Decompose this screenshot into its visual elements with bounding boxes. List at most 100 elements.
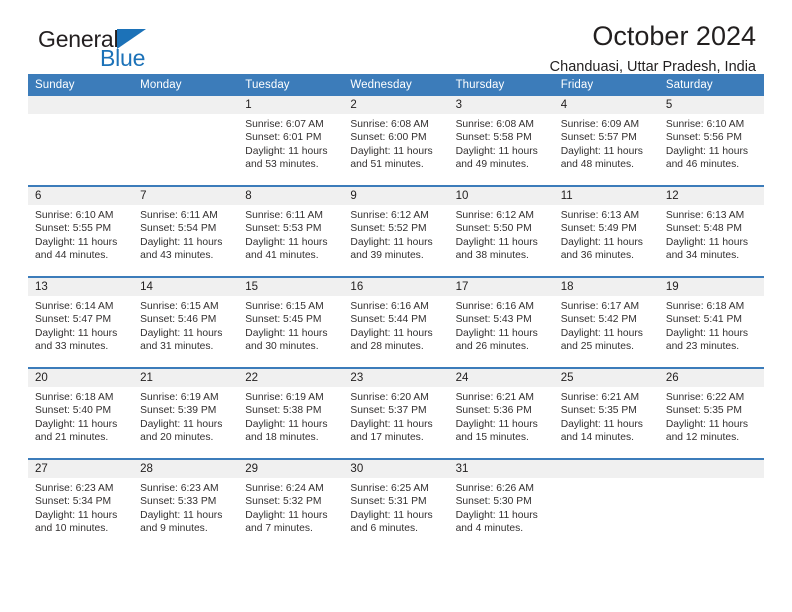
sunrise-text: Sunrise: 6:09 AM bbox=[560, 119, 640, 130]
day-cell[interactable]: 29 Sunrise: 6:24 AM Sunset: 5:32 PM Dayligh… bbox=[238, 460, 344, 549]
day-info: Sunrise: 6:07 AM Sunset: 6:01 PM Daylight:… bbox=[238, 114, 343, 171]
day-cell[interactable]: 27 Sunrise: 6:23 AM Sunset: 5:34 PM Dayligh… bbox=[28, 460, 134, 549]
sunrise-text: Sunrise: 6:19 AM bbox=[245, 392, 324, 403]
sunset-text: Sunset: 5:32 PM bbox=[245, 496, 322, 508]
sunrise-text: Sunrise: 6:25 AM bbox=[350, 483, 429, 494]
day-cell[interactable]: 2 Sunrise: 6:08 AM Sunset: 6:00 PM Daylight… bbox=[343, 96, 449, 185]
sunset-text: Sunset: 5:35 PM bbox=[665, 405, 742, 417]
calendar-cell: 30 Sunrise: 6:25 AM Sunset: 5:31 PM Dayligh… bbox=[343, 459, 449, 549]
daylight-text: Daylight: 11 hours and 21 minutes. bbox=[35, 418, 118, 443]
calendar-cell: 29 Sunrise: 6:24 AM Sunset: 5:32 PM Dayligh… bbox=[238, 459, 344, 549]
day-info: Sunrise: 6:13 AM Sunset: 5:48 PM Daylight:… bbox=[659, 205, 764, 262]
day-cell[interactable]: 17 Sunrise: 6:16 AM Sunset: 5:43 PM Dayligh… bbox=[448, 278, 554, 367]
calendar-cell: 1 Sunrise: 6:07 AM Sunset: 6:01 PM Daylight… bbox=[238, 96, 344, 186]
day-number: 11 bbox=[553, 187, 659, 205]
day-cell[interactable]: 8 Sunrise: 6:11 AM Sunset: 5:53 PM Daylight… bbox=[238, 187, 344, 276]
daylight-text: Daylight: 11 hours and 7 minutes. bbox=[245, 509, 328, 534]
sunset-text: Sunset: 5:40 PM bbox=[35, 405, 112, 417]
calendar-cell: 12 Sunrise: 6:13 AM Sunset: 5:48 PM Dayligh… bbox=[658, 186, 764, 277]
sunset-text: Sunset: 6:01 PM bbox=[245, 132, 322, 144]
day-cell[interactable]: 12 Sunrise: 6:13 AM Sunset: 5:48 PM Dayligh… bbox=[658, 187, 764, 276]
daylight-text: Daylight: 11 hours and 15 minutes. bbox=[455, 418, 538, 443]
calendar-cell: 22 Sunrise: 6:19 AM Sunset: 5:38 PM Dayligh… bbox=[238, 368, 344, 459]
daylight-text: Daylight: 11 hours and 23 minutes. bbox=[665, 327, 749, 352]
sunrise-text: Sunrise: 6:22 AM bbox=[665, 392, 745, 403]
calendar-week-row: 13 Sunrise: 6:14 AM Sunset: 5:47 PM Dayligh… bbox=[28, 277, 764, 368]
sunset-text: Sunset: 5:37 PM bbox=[350, 405, 427, 417]
daylight-text: Daylight: 11 hours and 14 minutes. bbox=[560, 418, 643, 443]
calendar-week-row: 20 Sunrise: 6:18 AM Sunset: 5:40 PM Dayligh… bbox=[28, 368, 764, 459]
day-number: 14 bbox=[133, 278, 239, 296]
page-header: General Blue October 2024 Chanduasi, Utt… bbox=[28, 0, 764, 75]
day-cell[interactable]: 14 Sunrise: 6:15 AM Sunset: 5:46 PM Dayligh… bbox=[133, 278, 239, 367]
page-subtitle: Chanduasi, Uttar Pradesh, India bbox=[549, 59, 756, 75]
sunrise-text: Sunrise: 6:07 AM bbox=[245, 119, 324, 130]
day-cell[interactable]: 10 Sunrise: 6:12 AM Sunset: 5:50 PM Dayligh… bbox=[448, 187, 554, 276]
day-cell[interactable]: 28 Sunrise: 6:23 AM Sunset: 5:33 PM Dayligh… bbox=[133, 460, 239, 549]
sunset-text: Sunset: 5:46 PM bbox=[140, 314, 217, 326]
calendar-body: 1 Sunrise: 6:07 AM Sunset: 6:01 PM Daylight… bbox=[28, 96, 764, 549]
day-cell[interactable]: 1 Sunrise: 6:07 AM Sunset: 6:01 PM Daylight… bbox=[238, 96, 344, 185]
day-cell[interactable]: 20 Sunrise: 6:18 AM Sunset: 5:40 PM Dayligh… bbox=[28, 369, 134, 458]
brand-logo[interactable]: General Blue bbox=[38, 26, 278, 78]
daylight-text: Daylight: 11 hours and 38 minutes. bbox=[455, 236, 538, 261]
sunset-text: Sunset: 5:39 PM bbox=[140, 405, 217, 417]
day-cell[interactable]: 22 Sunrise: 6:19 AM Sunset: 5:38 PM Dayligh… bbox=[238, 369, 344, 458]
day-info: Sunrise: 6:24 AM Sunset: 5:32 PM Daylight:… bbox=[238, 478, 343, 535]
day-info: Sunrise: 6:23 AM Sunset: 5:34 PM Daylight:… bbox=[28, 478, 133, 535]
day-number: 29 bbox=[238, 460, 344, 478]
sunrise-text: Sunrise: 6:21 AM bbox=[560, 392, 640, 403]
day-number: 5 bbox=[658, 96, 764, 114]
calendar-cell: 9 Sunrise: 6:12 AM Sunset: 5:52 PM Daylight… bbox=[343, 186, 449, 277]
calendar-cell: 13 Sunrise: 6:14 AM Sunset: 5:47 PM Dayligh… bbox=[28, 277, 134, 368]
day-info: Sunrise: 6:08 AM Sunset: 5:58 PM Daylight:… bbox=[449, 114, 554, 171]
day-cell[interactable]: 31 Sunrise: 6:26 AM Sunset: 5:30 PM Dayligh… bbox=[448, 460, 554, 549]
day-cell[interactable]: 7 Sunrise: 6:11 AM Sunset: 5:54 PM Daylight… bbox=[133, 187, 239, 276]
sunrise-text: Sunrise: 6:21 AM bbox=[455, 392, 534, 403]
daylight-text: Daylight: 11 hours and 28 minutes. bbox=[350, 327, 433, 352]
sunrise-text: Sunrise: 6:12 AM bbox=[455, 210, 534, 221]
day-cell[interactable]: 6 Sunrise: 6:10 AM Sunset: 5:55 PM Daylight… bbox=[28, 187, 134, 276]
weekday-header-friday: Friday bbox=[553, 74, 659, 96]
calendar-cell: 7 Sunrise: 6:11 AM Sunset: 5:54 PM Daylight… bbox=[133, 186, 239, 277]
daylight-text: Daylight: 11 hours and 17 minutes. bbox=[350, 418, 433, 443]
day-cell[interactable]: 21 Sunrise: 6:19 AM Sunset: 5:39 PM Dayligh… bbox=[133, 369, 239, 458]
sunrise-text: Sunrise: 6:13 AM bbox=[560, 210, 640, 221]
day-cell[interactable]: 15 Sunrise: 6:15 AM Sunset: 5:45 PM Dayligh… bbox=[238, 278, 344, 367]
day-cell[interactable]: 19 Sunrise: 6:18 AM Sunset: 5:41 PM Dayligh… bbox=[658, 278, 764, 367]
day-info: Sunrise: 6:18 AM Sunset: 5:40 PM Daylight:… bbox=[28, 387, 133, 444]
day-number: 12 bbox=[658, 187, 764, 205]
day-cell[interactable]: 26 Sunrise: 6:22 AM Sunset: 5:35 PM Dayligh… bbox=[658, 369, 764, 458]
calendar-cell: 31 Sunrise: 6:26 AM Sunset: 5:30 PM Dayligh… bbox=[448, 459, 554, 549]
day-cell[interactable]: 3 Sunrise: 6:08 AM Sunset: 5:58 PM Daylight… bbox=[448, 96, 554, 185]
day-cell[interactable]: 18 Sunrise: 6:17 AM Sunset: 5:42 PM Dayligh… bbox=[553, 278, 659, 367]
sunset-text: Sunset: 5:47 PM bbox=[35, 314, 112, 326]
day-cell[interactable]: 30 Sunrise: 6:25 AM Sunset: 5:31 PM Dayligh… bbox=[343, 460, 449, 549]
day-cell[interactable]: 16 Sunrise: 6:16 AM Sunset: 5:44 PM Dayligh… bbox=[343, 278, 449, 367]
day-info: Sunrise: 6:15 AM Sunset: 5:46 PM Daylight:… bbox=[133, 296, 238, 353]
day-info: Sunrise: 6:21 AM Sunset: 5:36 PM Daylight:… bbox=[449, 387, 554, 444]
calendar-cell: 21 Sunrise: 6:19 AM Sunset: 5:39 PM Dayligh… bbox=[133, 368, 239, 459]
day-info: Sunrise: 6:23 AM Sunset: 5:33 PM Daylight:… bbox=[133, 478, 238, 535]
calendar-cell: 10 Sunrise: 6:12 AM Sunset: 5:50 PM Dayligh… bbox=[448, 186, 554, 277]
day-cell[interactable]: 11 Sunrise: 6:13 AM Sunset: 5:49 PM Dayligh… bbox=[553, 187, 659, 276]
page-title: October 2024 bbox=[592, 21, 756, 51]
day-info: Sunrise: 6:15 AM Sunset: 5:45 PM Daylight:… bbox=[238, 296, 343, 353]
day-cell[interactable]: 25 Sunrise: 6:21 AM Sunset: 5:35 PM Dayligh… bbox=[553, 369, 659, 458]
sunrise-text: Sunrise: 6:20 AM bbox=[350, 392, 429, 403]
calendar-cell: 20 Sunrise: 6:18 AM Sunset: 5:40 PM Dayligh… bbox=[28, 368, 134, 459]
day-info: Sunrise: 6:10 AM Sunset: 5:55 PM Daylight:… bbox=[28, 205, 133, 262]
sunrise-text: Sunrise: 6:15 AM bbox=[245, 301, 324, 312]
day-cell[interactable]: 23 Sunrise: 6:20 AM Sunset: 5:37 PM Dayligh… bbox=[343, 369, 449, 458]
sunrise-text: Sunrise: 6:08 AM bbox=[350, 119, 429, 130]
day-cell[interactable]: 24 Sunrise: 6:21 AM Sunset: 5:36 PM Dayligh… bbox=[448, 369, 554, 458]
day-cell[interactable]: 4 Sunrise: 6:09 AM Sunset: 5:57 PM Daylight… bbox=[553, 96, 659, 185]
day-cell[interactable]: 5 Sunrise: 6:10 AM Sunset: 5:56 PM Daylight… bbox=[658, 96, 764, 185]
day-number: 19 bbox=[658, 278, 764, 296]
day-info: Sunrise: 6:11 AM Sunset: 5:53 PM Daylight:… bbox=[238, 205, 343, 262]
daylight-text: Daylight: 11 hours and 10 minutes. bbox=[35, 509, 118, 534]
day-cell[interactable]: 13 Sunrise: 6:14 AM Sunset: 5:47 PM Dayligh… bbox=[28, 278, 134, 367]
daylight-text: Daylight: 11 hours and 33 minutes. bbox=[35, 327, 118, 352]
day-cell[interactable]: 9 Sunrise: 6:12 AM Sunset: 5:52 PM Daylight… bbox=[343, 187, 449, 276]
calendar-cell: 25 Sunrise: 6:21 AM Sunset: 5:35 PM Dayligh… bbox=[553, 368, 659, 459]
